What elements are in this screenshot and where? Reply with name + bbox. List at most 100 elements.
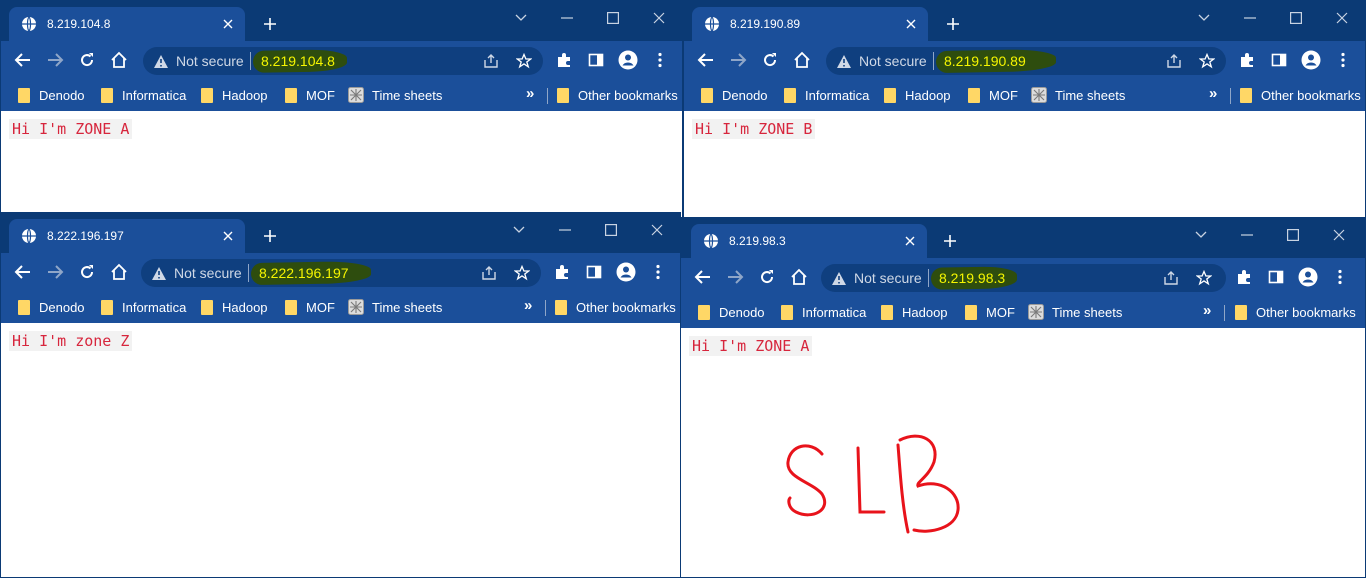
reload-icon[interactable] bbox=[755, 266, 779, 288]
bookmark-time-sheets[interactable]: Time sheets bbox=[1031, 86, 1125, 104]
minimize-icon[interactable] bbox=[1233, 224, 1261, 246]
url-text[interactable]: 8.222.196.197 bbox=[259, 265, 349, 281]
url-text[interactable]: 8.219.98.3 bbox=[939, 270, 1005, 286]
bookmark-hadoop[interactable]: Hadoop bbox=[201, 298, 268, 316]
more-vert-icon[interactable] bbox=[646, 261, 670, 283]
bookmark-time-sheets[interactable]: Time sheets bbox=[348, 298, 442, 316]
plus-icon[interactable] bbox=[259, 225, 281, 247]
close-icon[interactable] bbox=[219, 227, 237, 245]
home-icon[interactable] bbox=[107, 261, 131, 283]
reload-icon[interactable] bbox=[75, 49, 99, 71]
close-icon[interactable] bbox=[1325, 224, 1353, 246]
bookmark-informatica[interactable]: Informatica bbox=[784, 86, 869, 104]
chevron-double-right-icon[interactable]: » bbox=[524, 297, 532, 314]
warning-icon[interactable] bbox=[153, 53, 169, 69]
not-secure-label[interactable]: Not secure bbox=[176, 53, 244, 69]
home-icon[interactable] bbox=[787, 266, 811, 288]
bookmark-denodo[interactable]: Denodo bbox=[701, 86, 768, 104]
url-text[interactable]: 8.219.190.89 bbox=[944, 53, 1026, 69]
bookmark-mof[interactable]: MOF bbox=[965, 303, 1015, 321]
chevron-double-right-icon[interactable]: » bbox=[1203, 302, 1211, 319]
arrow-right-icon[interactable] bbox=[43, 261, 67, 283]
more-vert-icon[interactable] bbox=[1331, 49, 1355, 71]
plus-icon[interactable] bbox=[939, 230, 961, 252]
arrow-left-icon[interactable] bbox=[11, 49, 35, 71]
star-icon[interactable] bbox=[1198, 52, 1216, 70]
plus-icon[interactable] bbox=[259, 13, 281, 35]
arrow-right-icon[interactable] bbox=[723, 266, 747, 288]
star-icon[interactable] bbox=[1195, 269, 1213, 287]
close-icon[interactable] bbox=[1328, 7, 1356, 29]
browser-window-bottom-right[interactable]: 8.219.98.3 Not secure 8.219.98.3 Denodo … bbox=[680, 217, 1366, 578]
arrow-left-icon[interactable] bbox=[691, 266, 715, 288]
close-icon[interactable] bbox=[645, 7, 673, 29]
home-icon[interactable] bbox=[790, 49, 814, 71]
home-icon[interactable] bbox=[107, 49, 131, 71]
chevron-double-right-icon[interactable]: » bbox=[1209, 85, 1217, 102]
chevron-down-icon[interactable] bbox=[505, 219, 533, 241]
chevron-down-icon[interactable] bbox=[1190, 7, 1218, 29]
bookmark-mof[interactable]: MOF bbox=[968, 86, 1018, 104]
close-icon[interactable] bbox=[901, 232, 919, 250]
warning-icon[interactable] bbox=[836, 53, 852, 69]
share-icon[interactable] bbox=[1163, 270, 1179, 286]
bookmark-informatica[interactable]: Informatica bbox=[781, 303, 866, 321]
minimize-icon[interactable] bbox=[1236, 7, 1264, 29]
maximize-icon[interactable] bbox=[599, 7, 627, 29]
chevron-down-icon[interactable] bbox=[1187, 224, 1215, 246]
side-panel-icon[interactable] bbox=[1267, 49, 1291, 71]
browser-window-top-left[interactable]: 8.219.104.8 Not secure 8.219.104.8 Denod… bbox=[0, 0, 683, 218]
puzzle-icon[interactable] bbox=[550, 261, 574, 283]
puzzle-icon[interactable] bbox=[552, 49, 576, 71]
minimize-icon[interactable] bbox=[553, 7, 581, 29]
maximize-icon[interactable] bbox=[1279, 224, 1307, 246]
address-bar[interactable]: Not secure 8.219.104.8 bbox=[143, 47, 543, 75]
address-bar[interactable]: Not secure 8.219.190.89 bbox=[826, 47, 1226, 75]
arrow-right-icon[interactable] bbox=[43, 49, 67, 71]
maximize-icon[interactable] bbox=[1282, 7, 1310, 29]
plus-icon[interactable] bbox=[942, 13, 964, 35]
bookmark-other[interactable]: Other bookmarks bbox=[1235, 303, 1356, 321]
bookmark-other[interactable]: Other bookmarks bbox=[1240, 86, 1361, 104]
bookmark-hadoop[interactable]: Hadoop bbox=[884, 86, 951, 104]
browser-window-top-right[interactable]: 8.219.190.89 Not secure 8.219.190.89 Den… bbox=[683, 0, 1366, 218]
minimize-icon[interactable] bbox=[551, 219, 579, 241]
warning-icon[interactable] bbox=[831, 270, 847, 286]
address-bar[interactable]: Not secure 8.222.196.197 bbox=[141, 259, 541, 287]
arrow-left-icon[interactable] bbox=[694, 49, 718, 71]
side-panel-icon[interactable] bbox=[1264, 266, 1288, 288]
browser-tab[interactable]: 8.222.196.197 bbox=[9, 219, 245, 253]
profile-icon[interactable] bbox=[614, 261, 638, 283]
reload-icon[interactable] bbox=[75, 261, 99, 283]
bookmark-other[interactable]: Other bookmarks bbox=[557, 86, 678, 104]
arrow-right-icon[interactable] bbox=[726, 49, 750, 71]
side-panel-icon[interactable] bbox=[582, 261, 606, 283]
bookmark-other[interactable]: Other bookmarks bbox=[555, 298, 676, 316]
browser-tab[interactable]: 8.219.104.8 bbox=[9, 7, 245, 41]
not-secure-label[interactable]: Not secure bbox=[854, 270, 922, 286]
puzzle-icon[interactable] bbox=[1235, 49, 1259, 71]
more-vert-icon[interactable] bbox=[1328, 266, 1352, 288]
more-vert-icon[interactable] bbox=[648, 49, 672, 71]
chevron-down-icon[interactable] bbox=[507, 7, 535, 29]
url-text[interactable]: 8.219.104.8 bbox=[261, 53, 335, 69]
bookmark-hadoop[interactable]: Hadoop bbox=[201, 86, 268, 104]
address-bar[interactable]: Not secure 8.219.98.3 bbox=[821, 264, 1226, 292]
browser-tab[interactable]: 8.219.190.89 bbox=[692, 7, 928, 41]
close-icon[interactable] bbox=[643, 219, 671, 241]
bookmark-denodo[interactable]: Denodo bbox=[18, 86, 85, 104]
bookmark-mof[interactable]: MOF bbox=[285, 298, 335, 316]
bookmark-time-sheets[interactable]: Time sheets bbox=[1028, 303, 1122, 321]
bookmark-informatica[interactable]: Informatica bbox=[101, 86, 186, 104]
arrow-left-icon[interactable] bbox=[11, 261, 35, 283]
reload-icon[interactable] bbox=[758, 49, 782, 71]
star-icon[interactable] bbox=[515, 52, 533, 70]
profile-icon[interactable] bbox=[1296, 266, 1320, 288]
share-icon[interactable] bbox=[483, 53, 499, 69]
bookmark-time-sheets[interactable]: Time sheets bbox=[348, 86, 442, 104]
browser-tab[interactable]: 8.219.98.3 bbox=[691, 224, 927, 258]
bookmark-denodo[interactable]: Denodo bbox=[698, 303, 765, 321]
star-icon[interactable] bbox=[513, 264, 531, 282]
browser-window-bottom-left[interactable]: 8.222.196.197 Not secure 8.222.196.197 D… bbox=[0, 212, 681, 578]
profile-icon[interactable] bbox=[1299, 49, 1323, 71]
